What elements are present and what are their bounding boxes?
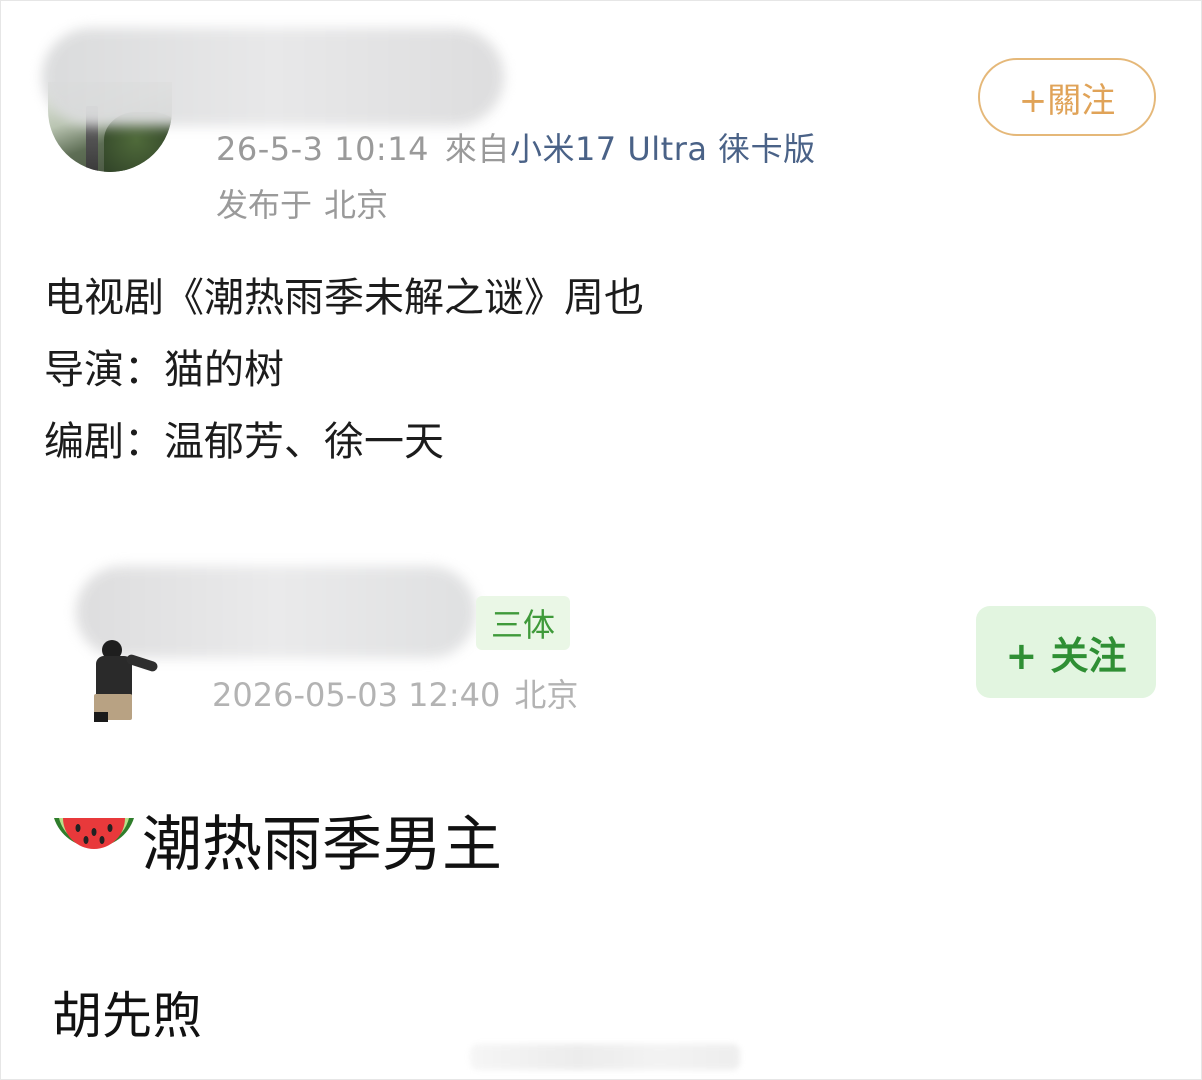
post-timestamp: 2026-05-03 12:40	[212, 676, 501, 714]
watermelon-icon	[54, 818, 134, 849]
follow-label: + 关注	[1005, 633, 1127, 678]
post-location: 发布于 北京	[216, 180, 388, 226]
post-line: 导演：猫的树	[44, 347, 284, 393]
post-name: 胡先煦	[52, 987, 202, 1045]
follow-button[interactable]: +關注	[978, 58, 1156, 136]
post-meta: 26-5-3 10:14 來自小米17 Ultra 徕卡版	[216, 124, 816, 170]
post-timestamp: 26-5-3 10:14	[216, 130, 429, 168]
post-location: 北京	[514, 676, 579, 714]
username-redacted	[42, 28, 504, 126]
via-label: 來自	[444, 130, 510, 168]
post-line: 编剧：温郁芳、徐一天	[44, 419, 444, 465]
post-line: 电视剧《潮热雨季未解之谜》周也	[44, 275, 644, 321]
watermark-redacted	[470, 1044, 740, 1070]
post-meta: 2026-05-03 12:40 北京	[212, 670, 578, 716]
badge-label: 三体	[490, 606, 555, 644]
location-city: 北京	[324, 186, 389, 224]
topic-badge[interactable]: 三体	[476, 596, 570, 650]
follow-button[interactable]: + 关注	[976, 606, 1156, 698]
user-avatar[interactable]	[86, 640, 166, 724]
post-body: 电视剧《潮热雨季未解之谜》周也 导演：猫的树 编剧：温郁芳、徐一天	[44, 262, 644, 478]
follow-label: +關注	[1018, 80, 1116, 121]
device-label[interactable]: 小米17 Ultra 徕卡版	[510, 130, 816, 168]
location-prefix: 发布于	[216, 186, 313, 224]
post-title: 潮热雨季男主	[142, 810, 502, 880]
